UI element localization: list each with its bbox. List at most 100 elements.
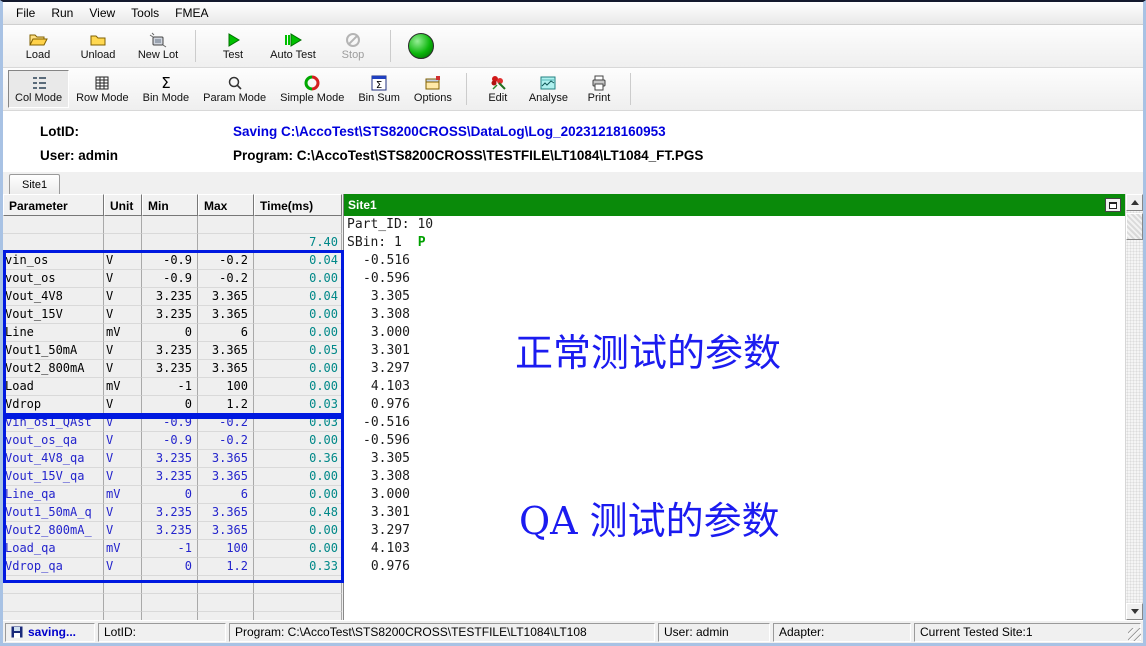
cell-min: 0 (142, 324, 198, 342)
cell-parameter: Vout2_800mA (3, 360, 104, 378)
pass-flag: P (418, 235, 426, 250)
toolbar-button-edit[interactable]: Edit (474, 70, 522, 108)
toolbar-button-unload[interactable]: Unload (68, 27, 128, 65)
toolbar-button-bin-sum[interactable]: ΣBin Sum (351, 70, 407, 108)
toolbar-button-bin-mode[interactable]: ΣBin Mode (136, 70, 196, 108)
cell-time: 7.40 (254, 234, 342, 252)
table-row[interactable]: Vout_4V8V3.2353.3650.04 (3, 288, 343, 306)
cell-unit (104, 234, 142, 252)
restore-window-icon[interactable] (1105, 198, 1121, 212)
cell-parameter: Vout_4V8 (3, 288, 104, 306)
cell-max (198, 234, 254, 252)
cell-parameter: Vdrop (3, 396, 104, 414)
table-row[interactable]: Vout2_800mA_V3.2353.3650.00 (3, 522, 343, 540)
table-row[interactable]: Vdrop_qaV01.20.33 (3, 558, 343, 576)
toolbar-button-simple-mode[interactable]: Simple Mode (273, 70, 351, 108)
table-row[interactable]: Vout_4V8_qaV3.2353.3650.36 (3, 450, 343, 468)
toolbar-button-col-mode[interactable]: Col Mode (8, 70, 69, 108)
cell-unit: V (104, 360, 142, 378)
vertical-scrollbar[interactable] (1125, 194, 1143, 620)
status-adapter: Adapter: (773, 623, 911, 642)
toolbar-button-param-mode[interactable]: Param Mode (196, 70, 273, 108)
cell-parameter: vin_os1_QAst (3, 414, 104, 432)
cell-min (142, 576, 198, 594)
cell-unit: V (104, 288, 142, 306)
menu-item-fmea[interactable]: FMEA (167, 4, 216, 22)
table-row[interactable]: Vout2_800mAV3.2353.3650.00 (3, 360, 343, 378)
cell-time: 0.00 (254, 432, 342, 450)
cell-parameter: Line (3, 324, 104, 342)
cell-parameter: Line_qa (3, 486, 104, 504)
table-row[interactable]: 7.40 (3, 234, 343, 252)
toolbar-button-new-lot[interactable]: New Lot (128, 27, 188, 65)
cell-time (254, 216, 342, 234)
table-row[interactable]: Vout_15V_qaV3.2353.3650.00 (3, 468, 343, 486)
cell-min: Min (142, 194, 198, 216)
table-row[interactable] (3, 612, 343, 620)
toolbar-button-test[interactable]: Test (203, 27, 263, 65)
cell-parameter (3, 594, 104, 612)
cell-min: 0 (142, 396, 198, 414)
cell-unit: V (104, 414, 142, 432)
table-row[interactable] (3, 216, 343, 234)
cell-max (198, 612, 254, 620)
menu-item-file[interactable]: File (8, 4, 43, 22)
restore-glyph (1109, 202, 1117, 209)
toolbar-button-print[interactable]: Print (575, 70, 623, 108)
table-row[interactable]: vin_osV-0.9-0.20.04 (3, 252, 343, 270)
green-led-icon (408, 33, 434, 59)
status-bar: saving...LotID:Program: C:\AccoTest\STS8… (3, 620, 1143, 643)
sbin-label: SBin: 1 (347, 235, 402, 250)
lotid-label: LotID: (3, 124, 233, 139)
tab-site1[interactable]: Site1 (9, 174, 60, 194)
table-row[interactable]: LinemV060.00 (3, 324, 343, 342)
cell-parameter: Vout_15V (3, 306, 104, 324)
cell-max: 3.365 (198, 306, 254, 324)
site-tab-strip: Site1 (3, 172, 1143, 194)
toolbar-button-load[interactable]: Load (8, 27, 68, 65)
table-row[interactable]: Vout1_50mAV3.2353.3650.05 (3, 342, 343, 360)
cell-time: 0.00 (254, 522, 342, 540)
toolbar-separator (195, 30, 196, 62)
toolbar-button-label: Auto Test (270, 49, 316, 61)
cell-max: -0.2 (198, 270, 254, 288)
table-row[interactable]: vout_os_qaV-0.9-0.20.00 (3, 432, 343, 450)
cell-min: -0.9 (142, 252, 198, 270)
resize-grip[interactable] (1128, 628, 1141, 641)
row-mode-icon (93, 74, 111, 91)
cell-parameter (3, 234, 104, 252)
mode-toolbar: Col ModeRow ModeΣBin ModeParam ModeSimpl… (3, 68, 1143, 111)
table-row[interactable]: Line_qamV060.00 (3, 486, 343, 504)
table-row[interactable]: Vout1_50mA_qV3.2353.3650.48 (3, 504, 343, 522)
table-row[interactable]: vout_osV-0.9-0.20.00 (3, 270, 343, 288)
table-row[interactable]: vin_os1_QAstV-0.9-0.20.03 (3, 414, 343, 432)
menu-item-tools[interactable]: Tools (123, 4, 167, 22)
menu-item-view[interactable]: View (81, 4, 123, 22)
toolbar-separator (630, 73, 631, 105)
toolbar-separator (466, 73, 467, 105)
toolbar-button-row-mode[interactable]: Row Mode (69, 70, 136, 108)
site-value: -0.516 (344, 414, 410, 432)
cell-min: 3.235 (142, 342, 198, 360)
chip-icon (148, 31, 168, 48)
menu-item-run[interactable]: Run (43, 4, 81, 22)
scroll-down-button[interactable] (1126, 603, 1143, 620)
table-row[interactable] (3, 594, 343, 612)
cell-time: 0.00 (254, 360, 342, 378)
toolbar-button-options[interactable]: Options (407, 70, 459, 108)
scrollbar-track[interactable] (1126, 211, 1143, 603)
toolbar-button-analyse[interactable]: Analyse (522, 70, 575, 108)
lot-info-panel: LotID: Saving C:\AccoTest\STS8200CROSS\D… (3, 111, 1143, 172)
cell-unit: V (104, 306, 142, 324)
cell-max: -0.2 (198, 414, 254, 432)
table-row[interactable]: LoadmV-11000.00 (3, 378, 343, 396)
table-row[interactable]: Load_qamV-11000.00 (3, 540, 343, 558)
table-row[interactable]: VdropV01.20.03 (3, 396, 343, 414)
toolbar-button-auto-test[interactable]: Auto Test (263, 27, 323, 65)
table-row[interactable] (3, 576, 343, 594)
play-icon (224, 31, 242, 48)
scroll-up-button[interactable] (1126, 194, 1143, 211)
scrollbar-thumb[interactable] (1126, 213, 1143, 240)
table-row[interactable]: Vout_15VV3.2353.3650.00 (3, 306, 343, 324)
menu-bar: FileRunViewToolsFMEA (3, 2, 1143, 25)
